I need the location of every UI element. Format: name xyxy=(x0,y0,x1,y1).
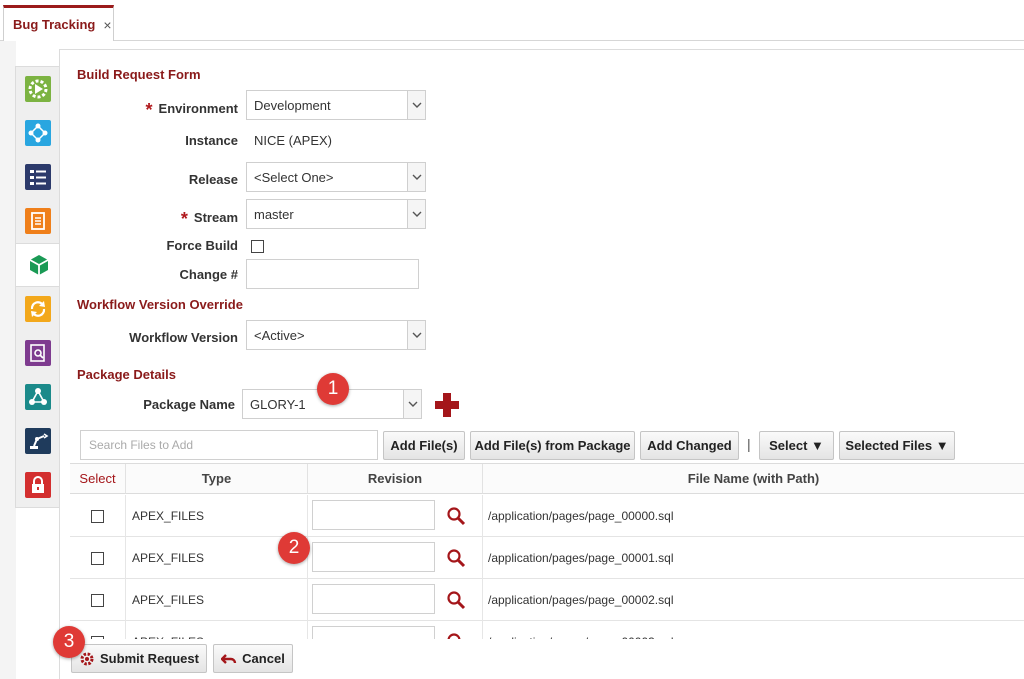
chevron-down-icon xyxy=(407,321,425,349)
document-icon xyxy=(25,208,51,234)
left-edge-strip xyxy=(0,41,16,679)
instance-value: NICE (APEX) xyxy=(254,133,333,148)
search-icon[interactable] xyxy=(446,548,466,571)
play-gear-icon xyxy=(25,76,51,102)
search-icon[interactable] xyxy=(446,590,466,613)
sidebar-item-security[interactable] xyxy=(16,463,60,507)
row-file-name: /application/pages/page_00003.sql xyxy=(483,621,1024,639)
header-revision[interactable]: Revision xyxy=(308,464,483,494)
sidebar-item-sync[interactable] xyxy=(16,287,60,331)
required-marker: * xyxy=(145,100,153,120)
change-input[interactable] xyxy=(246,259,419,289)
row-checkbox[interactable] xyxy=(91,509,104,523)
chevron-down-icon xyxy=(407,91,425,119)
sidebar-item-checklist[interactable] xyxy=(16,155,60,199)
force-build-checkbox[interactable] xyxy=(251,240,264,253)
revision-input[interactable] xyxy=(312,500,435,530)
header-file-name[interactable]: File Name (with Path) xyxy=(483,464,1024,494)
callout-badge-3: 3 xyxy=(53,626,85,658)
chevron-down-icon xyxy=(407,200,425,228)
environment-select[interactable]: Development xyxy=(246,90,426,120)
table-row: APEX_FILES /application/pages/page_00001… xyxy=(70,537,1024,579)
form-section-title: Build Request Form xyxy=(77,67,201,82)
add-files-button[interactable]: Add File(s) xyxy=(383,431,465,460)
toolbar-separator: | xyxy=(747,436,751,452)
search-icon[interactable] xyxy=(446,506,466,529)
callout-badge-1: 1 xyxy=(317,373,349,405)
package-section-title: Package Details xyxy=(77,367,177,382)
sidebar-item-automation[interactable] xyxy=(16,419,60,463)
environment-label: * Environment xyxy=(145,100,238,120)
revision-input[interactable] xyxy=(312,542,435,572)
close-icon[interactable]: × xyxy=(103,17,111,33)
lock-icon xyxy=(25,472,51,498)
required-marker: * xyxy=(180,209,188,229)
clipboard-search-icon xyxy=(25,340,51,366)
row-file-name: /application/pages/page_00002.sql xyxy=(488,593,674,607)
row-file-name: /application/pages/page_00001.sql xyxy=(488,551,674,565)
icon-sidebar xyxy=(15,66,62,508)
files-table: Select Type Revision File Name (with Pat… xyxy=(70,463,1024,639)
workflow-version-select[interactable]: <Active> xyxy=(246,320,426,350)
header-type[interactable]: Type xyxy=(126,464,308,494)
search-files-input[interactable]: Search Files to Add xyxy=(80,430,378,460)
table-row: APEX_FILES /application/pages/page_00002… xyxy=(70,579,1024,621)
package-name-label: Package Name xyxy=(143,397,235,412)
stream-label: * Stream xyxy=(180,209,238,229)
row-file-name: /application/pages/page_00000.sql xyxy=(488,509,674,523)
selected-files-dropdown-button[interactable]: Selected Files ▼ xyxy=(839,431,955,460)
network-icon xyxy=(25,120,51,146)
table-row: APEX_FILES /application/pages/page_00003… xyxy=(70,621,1024,639)
box-icon xyxy=(26,252,52,278)
row-type: APEX_FILES xyxy=(126,621,308,639)
chevron-down-icon xyxy=(407,163,425,191)
force-build-label: Force Build xyxy=(166,238,238,253)
checklist-icon xyxy=(25,164,51,190)
add-files-from-package-button[interactable]: Add File(s) from Package xyxy=(470,431,635,460)
undo-arrow-icon xyxy=(221,652,237,666)
release-label: Release xyxy=(188,172,238,187)
row-checkbox[interactable] xyxy=(91,551,104,565)
change-label: Change # xyxy=(179,267,238,282)
stream-select[interactable]: master xyxy=(246,199,426,229)
sidebar-item-documents[interactable] xyxy=(16,199,60,243)
sidebar-item-review[interactable] xyxy=(16,331,60,375)
share-nodes-icon xyxy=(25,384,51,410)
add-package-plus-icon[interactable] xyxy=(433,391,461,419)
row-checkbox[interactable] xyxy=(91,593,104,607)
instance-label: Instance xyxy=(185,133,238,148)
submit-request-button[interactable]: Submit Request xyxy=(71,644,207,673)
cancel-button[interactable]: Cancel xyxy=(213,644,293,673)
sidebar-item-deploy[interactable] xyxy=(16,67,60,111)
release-select[interactable]: <Select One> xyxy=(246,162,426,192)
select-dropdown-button[interactable]: Select ▼ xyxy=(759,431,834,460)
row-type: APEX_FILES xyxy=(126,579,308,621)
workflow-section-title: Workflow Version Override xyxy=(77,297,243,312)
chevron-down-icon xyxy=(403,390,421,418)
sidebar-item-share[interactable] xyxy=(16,375,60,419)
robot-arm-icon xyxy=(25,428,51,454)
workflow-version-label: Workflow Version xyxy=(129,330,238,345)
search-icon[interactable] xyxy=(446,632,466,639)
row-type: APEX_FILES xyxy=(126,495,308,537)
sidebar-item-network[interactable] xyxy=(16,111,60,155)
tab-bug-tracking[interactable]: Bug Tracking × xyxy=(3,5,114,41)
revision-input[interactable] xyxy=(312,584,435,614)
sync-icon xyxy=(25,296,51,322)
sidebar-item-build[interactable] xyxy=(16,243,62,287)
header-select[interactable]: Select xyxy=(70,464,126,494)
revision-input[interactable] xyxy=(312,626,435,639)
table-row: APEX_FILES /application/pages/page_00000… xyxy=(70,495,1024,537)
callout-badge-2: 2 xyxy=(278,532,310,564)
tab-label: Bug Tracking xyxy=(13,17,96,32)
tab-bar: Bug Tracking × xyxy=(0,0,1024,41)
add-changed-button[interactable]: Add Changed xyxy=(640,431,739,460)
gear-icon xyxy=(79,651,95,667)
